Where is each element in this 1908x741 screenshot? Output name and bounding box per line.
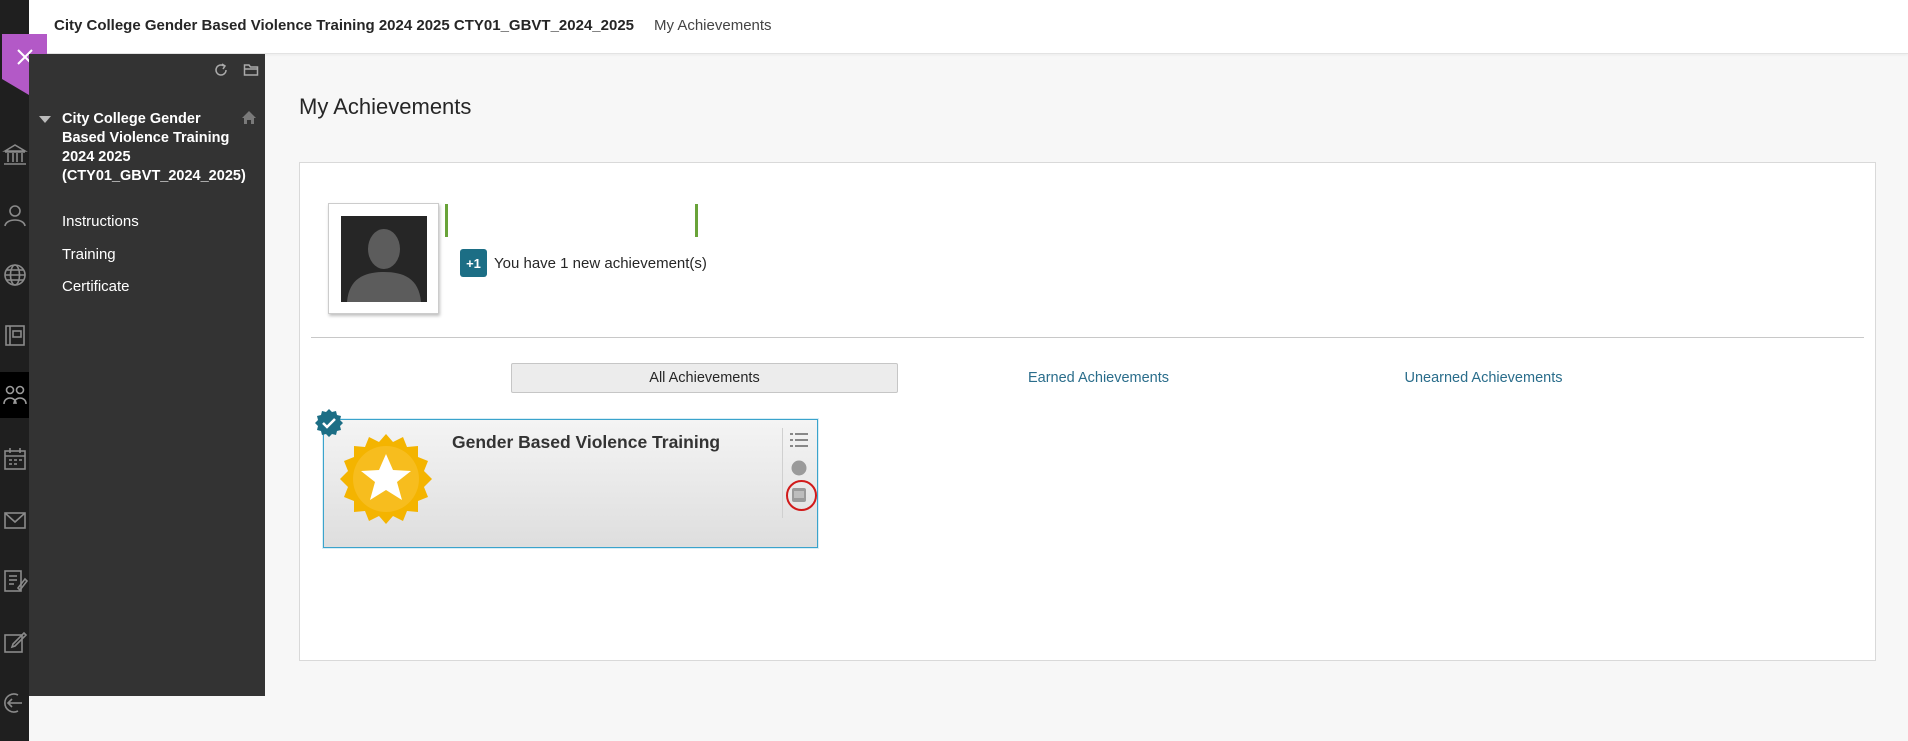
progress-bar-end [695, 204, 698, 237]
achievements-panel: +1 You have 1 new achievement(s) All Ach… [299, 162, 1876, 661]
circle-icon[interactable] [791, 460, 807, 476]
page-title: My Achievements [299, 94, 472, 119]
list-icon[interactable] [790, 432, 808, 448]
tab-all-achievements[interactable]: All Achievements [511, 363, 898, 393]
breadcrumb: My Achievements [654, 17, 772, 34]
course-title[interactable]: City College Gender Based Violence Train… [54, 17, 634, 34]
earned-check-icon [315, 409, 343, 437]
divider [311, 337, 1864, 338]
tools-icon[interactable] [0, 619, 29, 665]
close-button-tail [2, 79, 29, 95]
top-bar: City College Gender Based Violence Train… [29, 0, 1908, 54]
organizations-icon[interactable] [0, 372, 29, 418]
institution-icon[interactable] [0, 132, 29, 178]
collapse-caret-icon[interactable] [39, 116, 51, 123]
avatar-silhouette-icon [340, 215, 427, 302]
courses-icon[interactable] [0, 312, 29, 358]
course-menu-tools [213, 62, 259, 78]
new-achievement-text: You have 1 new achievement(s) [494, 255, 707, 272]
progress-bar-start [445, 204, 448, 237]
course-menu-heading[interactable]: City College Gender Based Violence Train… [62, 110, 246, 186]
menu-item-instructions[interactable]: Instructions [62, 213, 139, 230]
sign-out-icon[interactable] [0, 680, 29, 726]
tab-unearned-achievements[interactable]: Unearned Achievements [1290, 363, 1677, 393]
calendar-icon[interactable] [0, 436, 29, 482]
home-icon[interactable] [241, 110, 257, 125]
avatar [328, 203, 439, 314]
achievement-card[interactable]: Gender Based Violence Training [323, 419, 818, 548]
tab-earned-achievements[interactable]: Earned Achievements [905, 363, 1292, 393]
course-menu: City College Gender Based Violence Train… [29, 54, 265, 696]
menu-item-training[interactable]: Training [62, 246, 116, 263]
globe-icon[interactable] [0, 252, 29, 298]
achievement-title[interactable]: Gender Based Violence Training [452, 432, 720, 453]
profile-icon[interactable] [0, 192, 29, 238]
achievement-badge-icon [340, 434, 432, 524]
grades-icon[interactable] [0, 558, 29, 604]
new-achievement-badge: +1 [460, 249, 487, 277]
badge-icon[interactable] [791, 487, 807, 503]
refresh-icon[interactable] [213, 62, 229, 78]
menu-item-certificate[interactable]: Certificate [62, 278, 130, 295]
folder-icon[interactable] [243, 62, 259, 78]
achievement-card-tools [782, 428, 812, 518]
messages-icon[interactable] [0, 497, 29, 543]
global-nav-rail [0, 0, 29, 741]
